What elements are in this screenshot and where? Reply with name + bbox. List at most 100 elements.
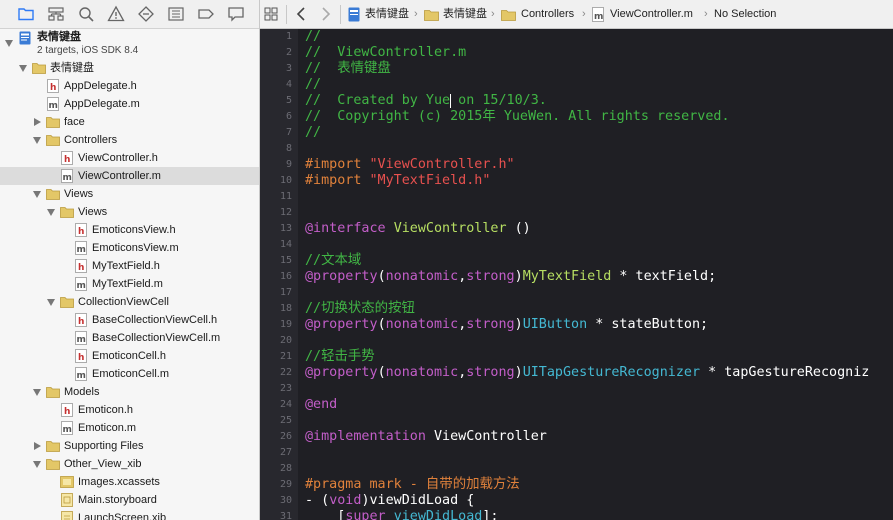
disclosure-open-icon[interactable] bbox=[33, 389, 41, 396]
crumb-separator-icon: › bbox=[704, 8, 708, 20]
line-number: 20 bbox=[279, 335, 292, 346]
tree-item-label: EmoticonCell.h bbox=[92, 350, 166, 362]
tree-group-row[interactable]: CollectionViewCell bbox=[0, 293, 259, 311]
breakpoint-icon bbox=[198, 9, 214, 19]
svg-text:m: m bbox=[77, 281, 86, 291]
forward-button[interactable] bbox=[321, 0, 331, 29]
line-number: 21 bbox=[279, 351, 292, 362]
tree-file-row[interactable]: m Emoticon.m bbox=[0, 419, 259, 437]
tree-file-row[interactable]: m AppDelegate.m bbox=[0, 95, 259, 113]
line-number: 6 bbox=[285, 111, 292, 122]
code-line: @property(nonatomic,strong)MyTextField *… bbox=[305, 269, 716, 285]
tree-item-label: Other_View_xib bbox=[64, 458, 142, 470]
folder-icon bbox=[60, 205, 74, 219]
warning-navigator-button[interactable] bbox=[107, 5, 125, 23]
tree-file-row[interactable]: Images.xcassets bbox=[0, 473, 259, 491]
crumb-project[interactable]: 表情键盘 bbox=[365, 0, 409, 29]
disclosure-open-icon[interactable] bbox=[5, 40, 13, 47]
test-navigator-button[interactable] bbox=[137, 5, 155, 23]
tree-group-row[interactable]: 表情键盘 bbox=[0, 59, 259, 77]
tree-file-row[interactable]: h BaseCollectionViewCell.h bbox=[0, 311, 259, 329]
tree-file-row[interactable]: m ViewController.m bbox=[0, 167, 259, 185]
crumb-symbol[interactable]: No Selection bbox=[714, 0, 776, 29]
back-button[interactable] bbox=[296, 0, 306, 29]
tree-file-row[interactable]: m EmoticonsView.m bbox=[0, 239, 259, 257]
tree-file-row[interactable]: h Emoticon.h bbox=[0, 401, 259, 419]
disclosure-closed-icon[interactable] bbox=[34, 442, 41, 450]
crumb-file[interactable]: ViewController.m bbox=[610, 0, 693, 29]
tree-file-row[interactable]: h ViewController.h bbox=[0, 149, 259, 167]
code-line: //文本域 bbox=[305, 253, 361, 269]
tree-file-row[interactable]: LaunchScreen.xib bbox=[0, 509, 259, 520]
svg-text:m: m bbox=[77, 335, 86, 345]
tree-file-row[interactable]: m MyTextField.m bbox=[0, 275, 259, 293]
tree-file-row[interactable]: m BaseCollectionViewCell.m bbox=[0, 329, 259, 347]
tree-group-row[interactable]: Other_View_xib bbox=[0, 455, 259, 473]
tree-file-row[interactable]: h EmoticonsView.h bbox=[0, 221, 259, 239]
code-token: ViewController bbox=[425, 429, 547, 444]
tree-group-row[interactable]: Models bbox=[0, 383, 259, 401]
tree-group-row[interactable]: Supporting Files bbox=[0, 437, 259, 455]
tree-file-row[interactable]: h AppDelegate.h bbox=[0, 77, 259, 95]
svg-text:h: h bbox=[64, 407, 70, 417]
line-number: 3 bbox=[285, 63, 292, 74]
code-area[interactable]: //// ViewController.m// 表情键盘//// Created… bbox=[298, 29, 893, 520]
tree-item-label: EmoticonsView.h bbox=[92, 224, 176, 236]
disclosure-open-icon[interactable] bbox=[47, 299, 55, 306]
code-line: @interface ViewController () bbox=[305, 221, 531, 237]
tree-file-row[interactable]: m EmoticonCell.m bbox=[0, 365, 259, 383]
tree-item-label: ViewController.m bbox=[78, 170, 161, 182]
disclosure-open-icon[interactable] bbox=[47, 209, 55, 216]
code-line: // Created by Yue on 15/10/3. bbox=[305, 93, 547, 109]
folder-icon bbox=[424, 8, 439, 23]
code-token: ) bbox=[514, 365, 523, 380]
jump-bar: 表情键盘 › 表情键盘 › Controllers › m ViewContro… bbox=[260, 0, 893, 29]
xib-file-icon bbox=[60, 511, 74, 520]
code-token: @interface bbox=[305, 221, 386, 236]
tree-group-row[interactable]: Views bbox=[0, 185, 259, 203]
crumb-separator-icon: › bbox=[414, 8, 418, 20]
code-token: // 表情键盘 bbox=[305, 61, 391, 76]
tree-item-label: Views bbox=[78, 206, 108, 218]
related-items-button[interactable] bbox=[264, 0, 278, 29]
disclosure-open-icon[interactable] bbox=[33, 461, 41, 468]
line-number: 19 bbox=[279, 319, 292, 330]
crumb-controllers[interactable]: Controllers bbox=[521, 0, 574, 29]
project-row[interactable]: 表情键盘 2 targets, iOS SDK 8.4 bbox=[0, 29, 259, 59]
disclosure-open-icon[interactable] bbox=[33, 137, 41, 144]
tree-group-row[interactable]: face bbox=[0, 113, 259, 131]
folder-navigator-button[interactable] bbox=[17, 5, 35, 23]
search-navigator-button[interactable] bbox=[77, 5, 95, 23]
objc-m-file-icon: m bbox=[60, 421, 74, 435]
code-token: strong bbox=[466, 365, 515, 380]
code-token: #import bbox=[305, 157, 370, 172]
svg-text:m: m bbox=[594, 12, 603, 22]
code-token: @property bbox=[305, 365, 378, 380]
disclosure-closed-icon[interactable] bbox=[34, 118, 41, 126]
tree-item-label: BaseCollectionViewCell.h bbox=[92, 314, 218, 326]
disclosure-open-icon[interactable] bbox=[33, 191, 41, 198]
tree-item-label: Images.xcassets bbox=[78, 476, 160, 488]
hierarchy-navigator-button[interactable] bbox=[47, 5, 65, 23]
disclosure-open-icon[interactable] bbox=[19, 65, 27, 72]
code-line: // bbox=[305, 77, 321, 93]
crumb-group[interactable]: 表情键盘 bbox=[443, 0, 487, 29]
tree-group-row[interactable]: Controllers bbox=[0, 131, 259, 149]
line-number: 5 bbox=[285, 95, 292, 106]
code-token: ( bbox=[377, 365, 386, 380]
search-icon bbox=[79, 7, 94, 22]
line-number: 28 bbox=[279, 463, 292, 474]
breakpoint-navigator-button[interactable] bbox=[197, 5, 215, 23]
tree-file-row[interactable]: Main.storyboard bbox=[0, 491, 259, 509]
tree-file-row[interactable]: h EmoticonCell.h bbox=[0, 347, 259, 365]
tree-file-row[interactable]: h MyTextField.h bbox=[0, 257, 259, 275]
tree-group-row[interactable]: Views bbox=[0, 203, 259, 221]
line-number: 14 bbox=[279, 239, 292, 250]
project-subtitle: 2 targets, iOS SDK 8.4 bbox=[37, 45, 139, 56]
svg-text:h: h bbox=[78, 263, 84, 273]
objc-m-file-icon: m bbox=[46, 97, 60, 111]
test-icon bbox=[138, 6, 154, 22]
log-navigator-button[interactable] bbox=[227, 5, 245, 23]
line-number: 10 bbox=[279, 175, 292, 186]
debug-navigator-button[interactable] bbox=[167, 5, 185, 23]
